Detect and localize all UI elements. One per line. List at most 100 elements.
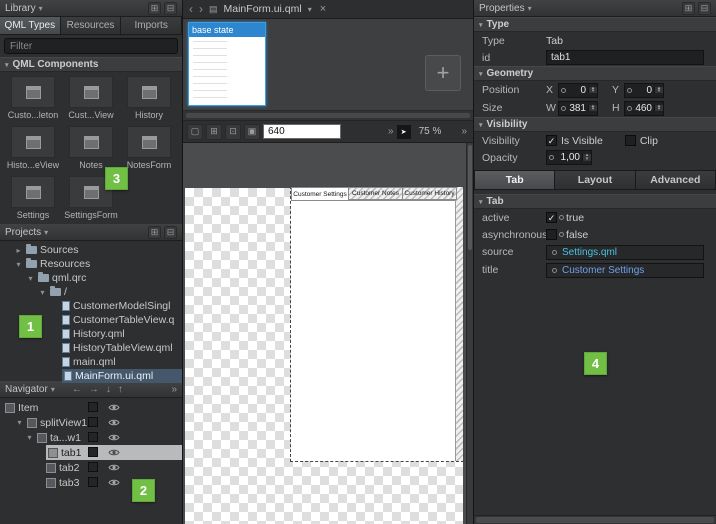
- position-y-spinbox[interactable]: 0 ▴▾: [624, 83, 664, 98]
- canvas-width-input[interactable]: [263, 124, 341, 139]
- move-left-icon[interactable]: ←: [72, 384, 82, 395]
- overflow-icon[interactable]: »: [171, 384, 177, 395]
- binding-indicator-icon[interactable]: [552, 268, 557, 273]
- tab-resources[interactable]: Resources: [61, 17, 122, 34]
- filter-input[interactable]: [4, 38, 178, 54]
- tab-imports[interactable]: Imports: [121, 17, 182, 34]
- properties-horizontal-scrollbar[interactable]: [474, 515, 716, 524]
- component-item-history[interactable]: History: [122, 76, 176, 120]
- chevron-down-icon[interactable]: ▾: [51, 385, 55, 394]
- close-panel-icon[interactable]: ⊟: [698, 2, 711, 15]
- id-input[interactable]: [546, 50, 704, 65]
- form-tab-customer-notes[interactable]: Customer Notes: [349, 187, 403, 200]
- export-checkbox[interactable]: [88, 477, 98, 487]
- canvas-vertical-scrollbar[interactable]: [466, 143, 473, 524]
- binding-indicator-icon[interactable]: [549, 155, 554, 160]
- binding-indicator-icon[interactable]: [561, 106, 566, 111]
- mainform-root-item[interactable]: Customer Settings Customer Notes Custome…: [290, 186, 464, 462]
- tree-item-customermodelsingleton[interactable]: CustomerModelSingl: [0, 299, 182, 313]
- tree-item-sources[interactable]: ▸ Sources: [0, 243, 182, 257]
- overflow-icon[interactable]: »: [461, 126, 467, 137]
- chevron-down-icon[interactable]: ▾: [25, 433, 34, 442]
- close-document-icon[interactable]: ×: [320, 3, 326, 15]
- active-checkbox[interactable]: ✓: [546, 212, 557, 223]
- form-tab-customer-history[interactable]: Customer History: [403, 187, 457, 200]
- chevron-down-icon[interactable]: ▾: [39, 4, 43, 13]
- close-panel-icon[interactable]: ⊟: [164, 2, 177, 15]
- position-x-spinbox[interactable]: 0 ▴▾: [558, 83, 598, 98]
- clip-checkbox[interactable]: [625, 135, 636, 146]
- form-tab-customer-settings[interactable]: Customer Settings: [291, 187, 349, 200]
- tab-tab[interactable]: Tab: [474, 170, 555, 190]
- eye-icon[interactable]: [108, 418, 120, 427]
- binding-indicator-icon[interactable]: [561, 88, 566, 93]
- states-scrollbar[interactable]: [183, 111, 473, 121]
- eye-icon[interactable]: [108, 463, 120, 472]
- eye-icon[interactable]: [108, 403, 120, 412]
- binding-indicator-icon[interactable]: [627, 88, 632, 93]
- eye-icon[interactable]: [108, 448, 120, 457]
- nav-item-tab2[interactable]: tab2: [0, 460, 182, 475]
- snap-off-icon[interactable]: ▢: [187, 124, 203, 140]
- opacity-spinbox[interactable]: 1,00 ▴▾: [546, 150, 592, 165]
- tree-item-root-slash[interactable]: ▾ /: [0, 285, 182, 299]
- tree-item-resources[interactable]: ▾ Resources: [0, 257, 182, 271]
- component-item-customertableview[interactable]: Cust...View: [64, 76, 118, 120]
- eye-icon[interactable]: [108, 478, 120, 487]
- move-down-icon[interactable]: ↓: [106, 384, 111, 395]
- base-state-card[interactable]: base state: [188, 22, 266, 106]
- size-w-spinbox[interactable]: 381 ▴▾: [558, 101, 598, 116]
- design-canvas[interactable]: Customer Settings Customer Notes Custome…: [183, 143, 466, 524]
- nav-item-tab1-selected[interactable]: tab1: [0, 445, 182, 460]
- size-h-spinbox[interactable]: 460 ▴▾: [624, 101, 664, 116]
- spinbox-arrows[interactable]: ▴▾: [582, 154, 591, 161]
- zoom-selector-icon[interactable]: ➤: [397, 125, 411, 139]
- overflow-icon[interactable]: »: [388, 126, 394, 137]
- tree-item-qmlqrc[interactable]: ▾ qml.qrc: [0, 271, 182, 285]
- chevron-down-icon[interactable]: ▾: [15, 418, 24, 427]
- tab-layout[interactable]: Layout: [555, 170, 635, 190]
- close-panel-icon[interactable]: ⊟: [164, 226, 177, 239]
- export-checkbox[interactable]: [88, 432, 98, 442]
- binding-indicator-icon[interactable]: [627, 106, 632, 111]
- tab-section-header[interactable]: ▾ Tab: [474, 194, 716, 209]
- export-checkbox[interactable]: [88, 402, 98, 412]
- nav-item-item[interactable]: Item: [0, 400, 182, 415]
- binding-indicator-icon[interactable]: [552, 250, 557, 255]
- binding-indicator-icon[interactable]: [559, 215, 564, 220]
- eye-icon[interactable]: [108, 433, 120, 442]
- snap-anchor-icon[interactable]: ⊡: [225, 124, 241, 140]
- back-icon[interactable]: ‹: [189, 4, 193, 14]
- component-item-historytableview[interactable]: Histo...eView: [6, 126, 60, 170]
- chevron-right-icon[interactable]: ▸: [14, 246, 23, 255]
- nav-item-tabview1[interactable]: ▾ ta...w1: [0, 430, 182, 445]
- split-panel-icon[interactable]: ⊞: [682, 2, 695, 15]
- chevron-down-icon[interactable]: ▾: [44, 228, 48, 237]
- tab-advanced[interactable]: Advanced: [636, 170, 716, 190]
- document-name[interactable]: MainForm.ui.qml: [224, 3, 302, 15]
- chevron-down-icon[interactable]: ▾: [308, 5, 312, 14]
- spinbox-arrows[interactable]: ▴▾: [588, 105, 597, 112]
- chevron-down-icon[interactable]: ▾: [26, 274, 35, 283]
- asynchronous-checkbox[interactable]: [546, 229, 557, 240]
- source-input[interactable]: Settings.qml: [546, 245, 704, 260]
- spinbox-arrows[interactable]: ▴▾: [588, 87, 597, 94]
- component-item-notesform[interactable]: NotesForm: [122, 126, 176, 170]
- tree-item-mainqml[interactable]: main.qml: [0, 355, 182, 369]
- component-item-settings[interactable]: Settings: [6, 176, 60, 220]
- tree-item-historytableview[interactable]: HistoryTableView.qml: [0, 341, 182, 355]
- export-checkbox[interactable]: [88, 462, 98, 472]
- visibility-section-header[interactable]: ▾ Visibility: [474, 117, 716, 132]
- move-right-icon[interactable]: →: [89, 384, 99, 395]
- export-checkbox[interactable]: [88, 447, 98, 457]
- tab-content-area[interactable]: [291, 200, 455, 461]
- forward-icon[interactable]: ›: [199, 4, 203, 14]
- add-state-button[interactable]: +: [425, 55, 461, 91]
- nav-item-splitview1[interactable]: ▾ splitView1: [0, 415, 182, 430]
- is-visible-checkbox[interactable]: ✓: [546, 135, 557, 146]
- spinbox-arrows[interactable]: ▴▾: [654, 105, 663, 112]
- qml-components-header[interactable]: ▾ QML Components: [0, 57, 182, 72]
- split-panel-icon[interactable]: ⊞: [148, 2, 161, 15]
- spinbox-arrows[interactable]: ▴▾: [654, 87, 663, 94]
- tab-qml-types[interactable]: QML Types: [0, 17, 61, 34]
